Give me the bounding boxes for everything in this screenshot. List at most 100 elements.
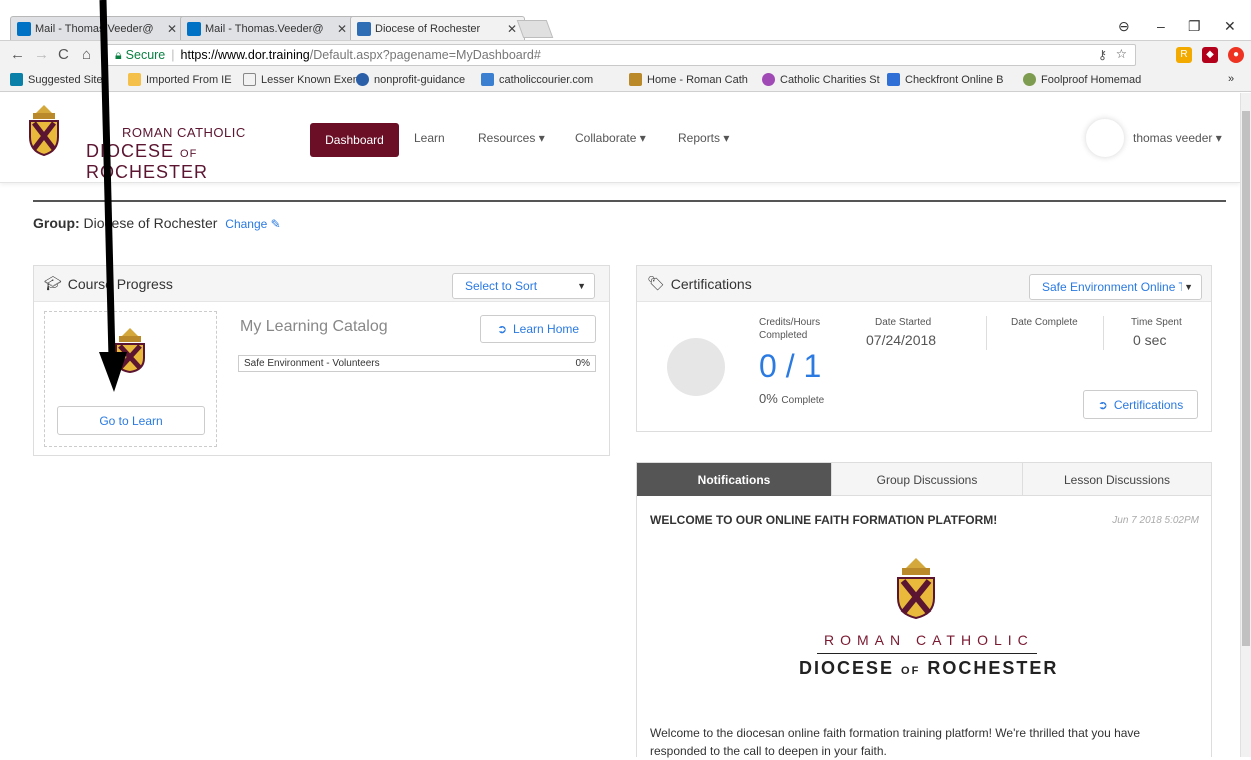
logo-line-2: DIOCESE OF ROCHESTER	[86, 141, 209, 182]
bookmark-item[interactable]: nonprofit-guidance	[356, 73, 465, 86]
tab-notifications[interactable]: Notifications	[637, 463, 832, 496]
certifications-button[interactable]: ➲ Certifications	[1083, 390, 1198, 419]
time-spent-value: 0 sec	[1133, 332, 1167, 348]
bookmark-item[interactable]: Catholic Charities St	[762, 73, 880, 86]
browser-tab-mail-1[interactable]: Mail - Thomas.Veeder@ ✕	[10, 16, 185, 40]
certification-select[interactable]: Safe Environment Online T ▼	[1029, 274, 1202, 300]
chevron-down-icon: ▼	[577, 281, 586, 291]
restore-icon[interactable]: ❐	[1188, 18, 1201, 35]
browser-tab-diocese[interactable]: Diocese of Rochester ✕	[350, 16, 525, 40]
reload-icon[interactable]: C	[58, 46, 69, 63]
chevron-down-icon: ▼	[1184, 282, 1193, 292]
time-spent-label: Time Spent	[1131, 317, 1182, 328]
close-icon[interactable]: ✕	[506, 22, 518, 36]
nav-learn[interactable]: Learn	[414, 131, 445, 145]
group-label: Group:	[33, 215, 80, 231]
course-progress-panel: 🎓︎ Course Progress Select to Sort ▼ Go t…	[33, 265, 610, 456]
credits-value: 0 / 1	[759, 348, 822, 384]
browser-tab-strip: Mail - Thomas.Veeder@ ✕ Mail - Thomas.Ve…	[0, 0, 1251, 40]
content-divider	[33, 200, 1226, 202]
bookmark-label: Foolproof Homemad	[1041, 73, 1142, 86]
bookmark-star-icon[interactable]: ☆	[1116, 46, 1127, 61]
diocese-icon	[629, 73, 642, 86]
user-menu[interactable]: thomas veeder ▾	[1133, 131, 1222, 145]
window-close-icon[interactable]: ✕	[1224, 18, 1236, 35]
close-icon[interactable]: ✕	[166, 22, 178, 36]
course-name: Safe Environment - Volunteers	[244, 358, 380, 369]
bookmark-label: Home - Roman Cath	[647, 73, 748, 86]
outlook-icon	[187, 21, 201, 36]
bookmark-item[interactable]: Foolproof Homemad	[1023, 73, 1141, 86]
go-to-learn-button[interactable]: Go to Learn	[57, 406, 205, 435]
nav-collaborate[interactable]: Collaborate ▾	[575, 131, 646, 145]
bookmark-label: Lesser Known Exemp	[261, 73, 368, 86]
learn-home-label: Learn Home	[513, 322, 580, 336]
tab-group-discussions[interactable]: Group Discussions	[832, 463, 1023, 496]
avatar[interactable]	[1085, 118, 1125, 158]
forward-icon[interactable]: →	[34, 46, 49, 63]
logo-rule	[817, 653, 1037, 654]
learn-home-button[interactable]: ➲ Learn Home	[480, 315, 596, 343]
pencil-icon: ✎	[270, 217, 281, 231]
courier-icon	[481, 73, 494, 86]
back-icon[interactable]: ←	[10, 46, 25, 63]
bing-icon	[10, 73, 23, 86]
minimize-icon[interactable]: –	[1157, 18, 1165, 34]
bookmarks-overflow[interactable]: »	[1228, 73, 1234, 85]
notification-date: Jun 7 2018 5:02PM	[1112, 515, 1199, 526]
notification-logo-line-1: ROMAN CATHOLIC	[824, 632, 1034, 648]
notification-body: WELCOME TO OUR ONLINE FAITH FORMATION PL…	[636, 496, 1212, 758]
tag-icon: 🏷︎	[647, 275, 665, 291]
address-input[interactable]: 🔒︎ Secure | https://www.dor.training /De…	[106, 44, 1136, 66]
date-started-label: Date Started	[875, 317, 932, 328]
diocese-logo[interactable]: ROMAN CATHOLIC DIOCESE OF ROCHESTER	[20, 101, 320, 182]
bookmark-label: Imported From IE	[146, 73, 232, 86]
credits-label: Credits/Hours Completed	[759, 317, 821, 341]
page-scrollbar[interactable]	[1240, 93, 1251, 757]
extension-r-icon[interactable]: R	[1176, 47, 1192, 63]
certifications-button-label: Certifications	[1113, 397, 1184, 412]
bookmark-label: Suggested Sites	[28, 73, 109, 86]
profile-icon[interactable]: ⊖	[1118, 18, 1130, 35]
tab-title: Diocese of Rochester	[375, 22, 481, 35]
close-icon[interactable]: ✕	[336, 22, 348, 36]
nav-resources[interactable]: Resources ▾	[478, 131, 545, 145]
sort-select[interactable]: Select to Sort ▼	[452, 273, 595, 299]
home-icon[interactable]: ⌂	[82, 46, 91, 63]
address-bar-row: ← → C ⌂ 🔒︎ Secure | https://www.dor.trai…	[0, 40, 1251, 68]
scrollbar-thumb[interactable]	[1242, 111, 1250, 646]
column-divider	[1103, 316, 1104, 350]
course-card: Go to Learn	[44, 311, 217, 447]
course-percent: 0%	[575, 358, 590, 369]
bookmark-item[interactable]: Lesser Known Exemp	[243, 73, 368, 86]
notification-tabs: Notifications Group Discussions Lesson D…	[636, 462, 1212, 496]
group-name: Diocese of Rochester	[83, 215, 218, 231]
course-progress-title: Course Progress	[67, 275, 173, 292]
nav-dashboard[interactable]: Dashboard	[310, 123, 399, 157]
folder-icon	[128, 73, 141, 86]
change-group-link[interactable]: Change ✎	[225, 217, 280, 231]
bookmark-item[interactable]: Checkfront Online B	[887, 73, 1003, 86]
extension-o-icon[interactable]: ●	[1228, 47, 1244, 63]
tab-title: Mail - Thomas.Veeder@	[205, 22, 324, 35]
ublock-icon[interactable]: ◆	[1202, 47, 1218, 63]
key-icon[interactable]: ⚷	[1098, 47, 1107, 62]
bookmark-item[interactable]: catholiccourier.com	[481, 73, 593, 86]
notification-text: Welcome to the diocesan online faith for…	[650, 726, 1141, 758]
browser-tab-mail-2[interactable]: Mail - Thomas.Veeder@ ✕	[180, 16, 355, 40]
nav-reports[interactable]: Reports ▾	[678, 131, 729, 145]
group-heading: Group: Diocese of Rochester Change ✎	[33, 215, 281, 231]
bookmark-item[interactable]: Suggested Sites	[10, 73, 108, 86]
arrow-circle-right-icon: ➲	[496, 322, 507, 336]
notification-logo-line-2: DIOCESE OF ROCHESTER	[799, 658, 1059, 678]
lock-icon: 🔒︎	[115, 47, 122, 62]
bookmark-item[interactable]: Imported From IE	[128, 73, 232, 86]
site-favicon-icon	[357, 21, 371, 36]
course-progress-row[interactable]: Safe Environment - Volunteers 0%	[238, 355, 596, 372]
date-started-value: 07/24/2018	[866, 332, 937, 348]
recipe-icon	[1023, 73, 1036, 86]
bookmark-label: catholiccourier.com	[499, 73, 594, 86]
bookmark-item[interactable]: Home - Roman Cath	[629, 73, 748, 86]
new-tab-button[interactable]	[516, 20, 554, 38]
tab-lesson-discussions[interactable]: Lesson Discussions	[1023, 463, 1211, 496]
